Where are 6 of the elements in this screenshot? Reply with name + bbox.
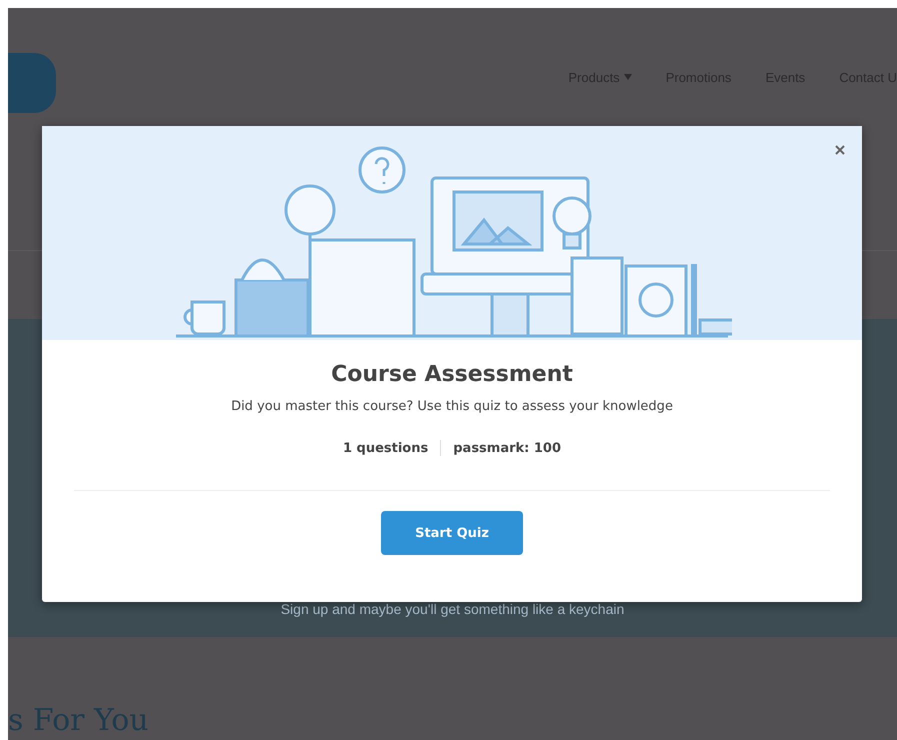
start-quiz-button[interactable]: Start Quiz (381, 511, 523, 555)
quiz-stat: 1 questions (342, 440, 428, 456)
dialog-description: Did you master this course? Use this quiz to assess your knowledge (231, 399, 673, 414)
dialog-title: Course Assessment (331, 362, 573, 387)
banner-text: Sign up and maybe you'll get something like a keychain (280, 601, 624, 617)
quiz-stat: passmark: 100 (453, 440, 562, 456)
